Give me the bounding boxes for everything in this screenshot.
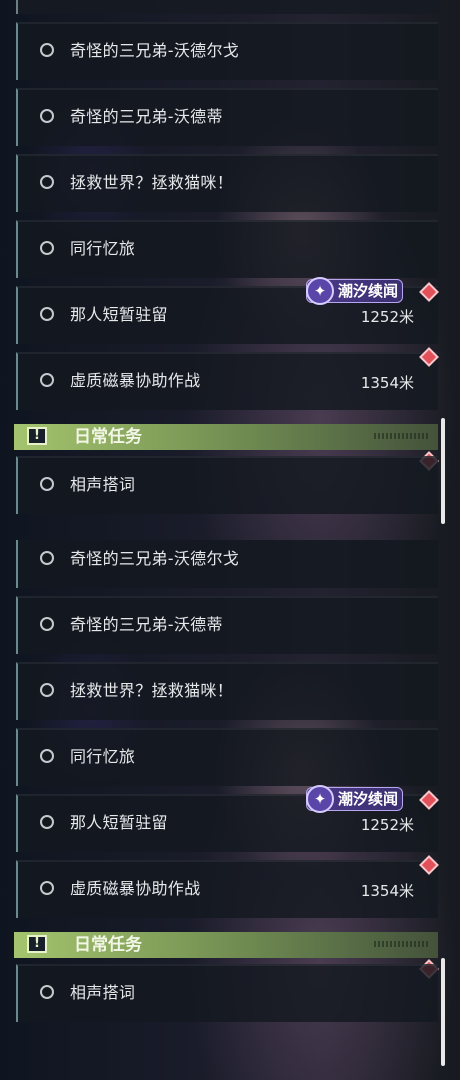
section-title: 日常任务: [74, 427, 142, 447]
quest-item[interactable]: 拯救世界？拯救猫咪！: [16, 154, 438, 212]
quest-item[interactable]: 奇怪的三兄弟-沃德尔戈: [16, 540, 438, 588]
quest-title: 相声搭词: [70, 475, 136, 494]
quest-title: 那人短暂驻留: [70, 305, 168, 324]
scrollbar[interactable]: [441, 958, 445, 1066]
badge-label: 潮汐续闻: [338, 282, 399, 300]
exclamation-icon: !: [27, 427, 47, 445]
decorative-stripes: [374, 941, 430, 947]
quest-status-circle-icon: [40, 175, 54, 189]
sparkle-icon: ✦: [306, 785, 334, 813]
quest-panel-top: 奇怪的三兄弟-沃德尔戈 奇怪的三兄弟-沃德蒂 拯救世界？拯救猫咪！ 同行忆旅 那…: [0, 0, 460, 540]
decorative-stripes: [374, 433, 430, 439]
quest-item[interactable]: 相声搭词: [16, 456, 438, 514]
section-header-daily[interactable]: ! 日常任务: [14, 932, 438, 958]
quest-title: 拯救世界？拯救猫咪！: [70, 173, 234, 192]
quest-item[interactable]: 奇怪的三兄弟-沃德蒂: [16, 88, 438, 146]
quest-status-circle-icon: [40, 815, 54, 829]
quest-status-circle-icon: [40, 551, 54, 565]
quest-item[interactable]: 虚质磁暴协助作战 1354米: [16, 352, 438, 410]
quest-item[interactable]: 奇怪的三兄弟-沃德蒂: [16, 596, 438, 654]
quest-distance: 1252米: [360, 816, 414, 834]
quest-status-circle-icon: [40, 617, 54, 631]
quest-status-circle-icon: [40, 109, 54, 123]
quest-status-circle-icon: [40, 683, 54, 697]
quest-status-circle-icon: [40, 477, 54, 491]
badge-label: 潮汐续闻: [338, 790, 399, 808]
quest-title: 奇怪的三兄弟-沃德蒂: [70, 615, 223, 634]
quest-title: 虚质磁暴协助作战: [70, 879, 201, 898]
quest-item[interactable]: 同行忆旅: [16, 728, 438, 786]
exclamation-icon: !: [27, 935, 47, 953]
quest-title: 奇怪的三兄弟-沃德蒂: [70, 107, 223, 126]
quest-title: 虚质磁暴协助作战: [70, 371, 201, 390]
quest-status-circle-icon: [40, 43, 54, 57]
section-title: 日常任务: [74, 935, 142, 955]
quest-distance: 1354米: [360, 882, 414, 900]
quest-status-circle-icon: [40, 241, 54, 255]
quest-title: 拯救世界？拯救猫咪！: [70, 681, 234, 700]
section-header-daily[interactable]: ! 日常任务: [14, 424, 438, 450]
quest-title: 那人短暂驻留: [70, 813, 168, 832]
quest-title: 奇怪的三兄弟-沃德尔戈: [70, 41, 240, 60]
quest-item[interactable]: 虚质磁暴协助作战 1354米: [16, 860, 438, 918]
quest-item-clipped[interactable]: [16, 0, 440, 14]
quest-item[interactable]: 奇怪的三兄弟-沃德尔戈: [16, 22, 438, 80]
quest-status-circle-icon: [40, 881, 54, 895]
sparkle-icon: ✦: [306, 277, 334, 305]
quest-status-circle-icon: [40, 373, 54, 387]
quest-title: 同行忆旅: [70, 747, 136, 766]
quest-distance: 1252米: [360, 308, 414, 326]
tide-sequel-badge: ✦ 潮汐续闻: [306, 785, 403, 813]
quest-status-circle-icon: [40, 985, 54, 999]
scrollbar[interactable]: [441, 418, 445, 524]
quest-status-circle-icon: [40, 307, 54, 321]
quest-item[interactable]: 拯救世界？拯救猫咪！: [16, 662, 438, 720]
quest-title: 同行忆旅: [70, 239, 136, 258]
tide-sequel-badge: ✦ 潮汐续闻: [306, 277, 403, 305]
quest-panel-bottom: 奇怪的三兄弟-沃德尔戈 奇怪的三兄弟-沃德蒂 拯救世界？拯救猫咪！ 同行忆旅 那…: [0, 540, 460, 1080]
quest-distance: 1354米: [360, 374, 414, 392]
quest-item[interactable]: 相声搭词: [16, 964, 438, 1022]
quest-title: 奇怪的三兄弟-沃德尔戈: [70, 549, 240, 568]
quest-status-circle-icon: [40, 749, 54, 763]
quest-title: 相声搭词: [70, 983, 136, 1002]
quest-item[interactable]: 同行忆旅: [16, 220, 438, 278]
